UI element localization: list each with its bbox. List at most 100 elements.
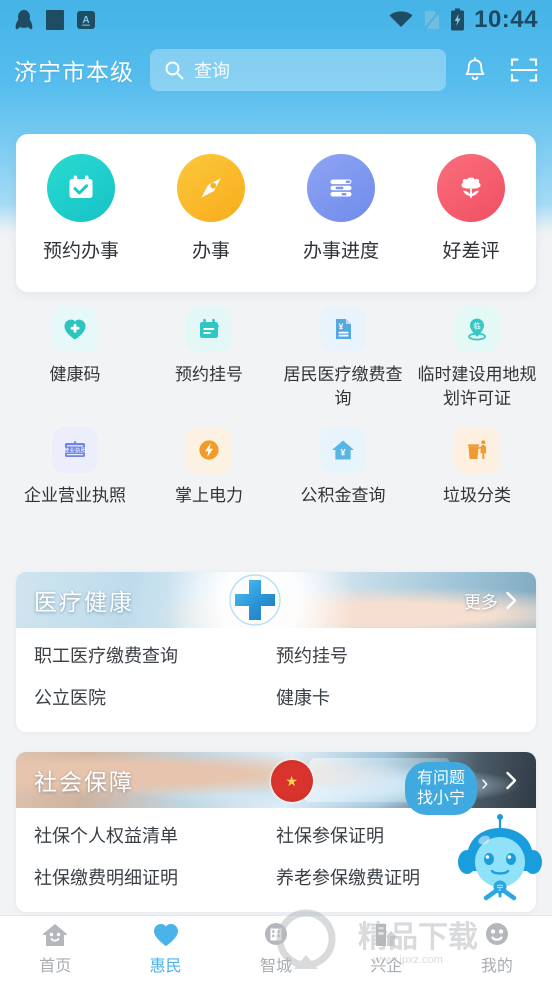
robot-assistant-icon[interactable]: 宁	[453, 814, 547, 906]
quick-action-yuyue-banshi[interactable]: 预约办事	[16, 154, 146, 263]
service-label: 企业营业执照	[24, 486, 126, 506]
section-medical-health: 医疗健康 更多 职工医疗缴费查询 预约挂号 公立医院 健康卡	[16, 572, 536, 732]
home-icon	[43, 924, 68, 946]
progress-bars-icon	[307, 154, 375, 222]
city-selector[interactable]: 济宁市本级	[14, 53, 134, 87]
service-label: 居民医疗缴费查询	[283, 365, 403, 409]
assistant-bubble-line2: 找小宁	[417, 789, 466, 807]
trash-sort-icon	[454, 427, 500, 474]
app-header: 济宁市本级 查询	[0, 44, 552, 96]
quick-action-label: 办事进度	[302, 241, 379, 262]
tab-label: 首页	[39, 958, 72, 975]
service-label: 掌上电力	[175, 486, 243, 506]
lightning-icon	[186, 427, 232, 474]
scan-icon[interactable]	[510, 56, 538, 84]
chevron-right-icon	[506, 591, 517, 609]
heart-plus-icon	[52, 306, 98, 352]
service-grid-row: 健康码 预约挂号 ¥ 居民医疗缴费查询 临 临时建设用地规划许可证	[0, 306, 552, 411]
service-grid-row: 营业执照 企业营业执照 掌上电力 ¥ 公积金查询 垃圾分类	[0, 427, 552, 508]
mascot-name: 宁	[497, 883, 504, 892]
section-more-link[interactable]	[498, 771, 518, 790]
section-link[interactable]: 社保缴费明细证明	[34, 864, 276, 890]
calendar-plus-icon	[186, 306, 232, 352]
status-bar-clock: 10:44	[474, 6, 538, 33]
medical-cross-icon	[220, 572, 290, 635]
quick-action-banshi-jindu[interactable]: 办事进度	[276, 154, 406, 263]
chevron-right-icon	[506, 771, 517, 789]
section-title: 医疗健康	[34, 589, 134, 615]
section-link[interactable]: 公立医院	[34, 684, 276, 710]
section-more-label: 更多	[464, 592, 498, 612]
sim-off-icon	[423, 9, 441, 31]
bill-yuan-icon: ¥	[320, 306, 366, 352]
section-more-link[interactable]: 更多	[464, 588, 518, 613]
section-link-row: 社保个人权益清单 社保参保证明	[34, 822, 518, 848]
service-linshi-jianshe-yongdi[interactable]: 临 临时建设用地规划许可证	[410, 306, 544, 411]
flower-icon	[437, 154, 505, 222]
location-pin-lin-icon: 临	[454, 306, 500, 352]
service-laji-fenlei[interactable]: 垃圾分类	[410, 427, 544, 508]
svg-text:¥: ¥	[340, 448, 345, 458]
heart-icon	[153, 924, 178, 946]
svg-text:A: A	[82, 15, 89, 26]
service-gongjijin-chaxun[interactable]: ¥ 公积金查询	[276, 427, 410, 508]
service-grid: 健康码 预约挂号 ¥ 居民医疗缴费查询 临 临时建设用地规划许可证 营业执照 企…	[0, 306, 552, 524]
svg-text:营业执照: 营业执照	[64, 447, 87, 455]
house-yuan-icon: ¥	[320, 427, 366, 474]
section-link[interactable]: 社保个人权益清单	[34, 822, 276, 848]
svg-text:临: 临	[473, 321, 481, 331]
building-icon	[376, 924, 398, 946]
quick-action-label: 好差评	[442, 241, 500, 262]
calendar-check-icon	[47, 154, 115, 222]
quick-action-banshi[interactable]: 办事	[146, 154, 276, 263]
service-qiye-yingye-zhizhao[interactable]: 营业执照 企业营业执照	[8, 427, 142, 508]
section-banner[interactable]: 医疗健康 更多	[16, 572, 536, 633]
tab-profile[interactable]: 我的	[442, 921, 552, 976]
emblem-star-icon: ★	[285, 773, 298, 790]
status-bar-right-icons: 10:44	[388, 6, 538, 34]
search-input[interactable]: 查询	[150, 49, 446, 91]
section-title: 社会保障	[34, 769, 134, 795]
section-link[interactable]: 预约挂号	[276, 642, 518, 668]
tab-label: 惠民	[149, 958, 182, 975]
city-icon	[265, 923, 288, 945]
tab-home[interactable]: 首页	[0, 921, 110, 976]
section-link-row: 公立医院 健康卡	[34, 684, 518, 710]
tab-zhicheng[interactable]: 智城	[221, 921, 331, 976]
quick-action-label: 预约办事	[42, 241, 119, 262]
chat-assistant[interactable]: 有问题 找小宁 › 宁	[405, 762, 542, 901]
bell-icon[interactable]	[462, 56, 488, 84]
service-zhangshang-dianli[interactable]: 掌上电力	[142, 427, 276, 508]
service-label: 健康码	[49, 365, 101, 384]
service-jumin-yiliao-jiaofei[interactable]: ¥ 居民医疗缴费查询	[276, 306, 410, 411]
section-link[interactable]: 职工医疗缴费查询	[34, 642, 276, 668]
status-bar: A 10:44	[0, 0, 552, 40]
tab-huimin[interactable]: 惠民	[110, 921, 220, 976]
search-icon	[165, 61, 184, 80]
compass-icon	[177, 154, 245, 222]
service-label: 预约挂号	[175, 365, 243, 384]
tab-xingqi[interactable]: 兴企	[331, 921, 441, 976]
section-link-row: 职工医疗缴费查询 预约挂号	[34, 642, 518, 668]
service-label: 临时建设用地规划许可证	[417, 365, 537, 409]
battery-charging-icon	[451, 8, 465, 31]
quick-actions-card: 预约办事 办事 办事进度 好差评	[16, 134, 536, 292]
service-jiankangma[interactable]: 健康码	[8, 306, 142, 411]
wifi-icon	[389, 11, 413, 27]
status-bar-left-icons: A	[14, 8, 96, 32]
quick-action-label: 办事	[191, 241, 230, 262]
bottom-navigation: 首页 惠民 智城 兴企 我的	[0, 915, 552, 981]
quick-action-haochaping[interactable]: 好差评	[406, 154, 536, 263]
a-badge-icon: A	[77, 11, 95, 29]
section-link[interactable]: 健康卡	[276, 684, 518, 710]
section-links: 职工医疗缴费查询 预约挂号 公立医院 健康卡	[16, 628, 536, 710]
app-square-icon	[46, 10, 64, 30]
tab-label: 我的	[480, 958, 513, 975]
search-placeholder: 查询	[194, 61, 230, 81]
chevron-right-icon: ›	[481, 770, 489, 795]
service-yuyue-guahao[interactable]: 预约挂号	[142, 306, 276, 411]
assistant-bubble[interactable]: 有问题 找小宁	[405, 762, 478, 816]
assistant-bubble-line1: 有问题	[417, 770, 466, 787]
header-actions	[462, 56, 538, 84]
profile-icon	[485, 923, 508, 945]
